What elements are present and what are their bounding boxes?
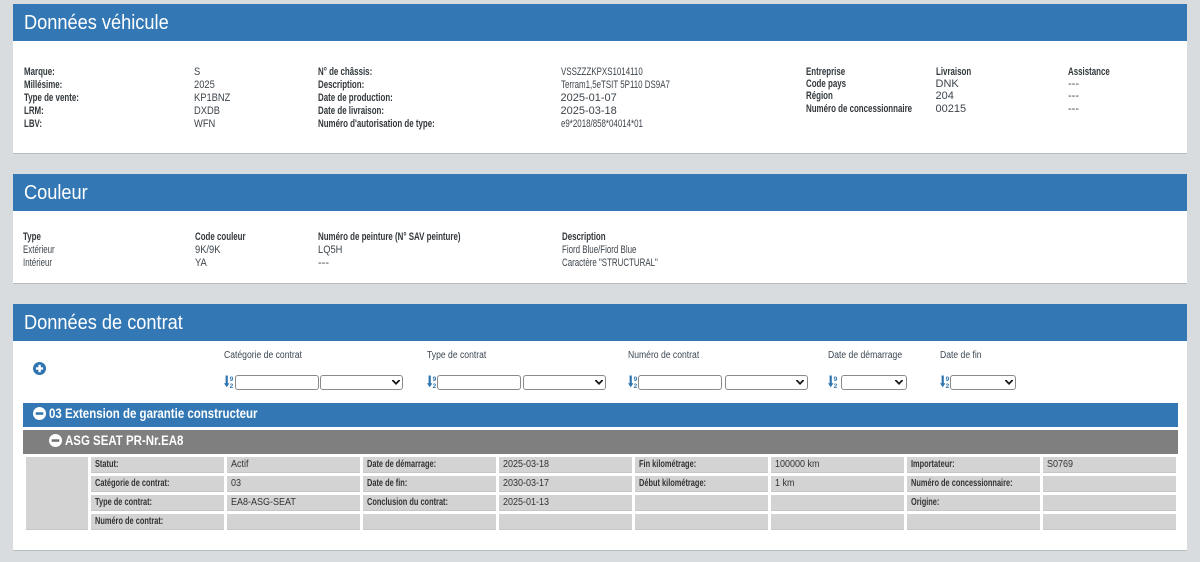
svg-text:2: 2 bbox=[230, 383, 234, 388]
svg-text:2: 2 bbox=[834, 383, 838, 388]
svg-text:2: 2 bbox=[433, 383, 437, 388]
svg-text:9: 9 bbox=[433, 376, 437, 383]
svg-text:2: 2 bbox=[634, 383, 638, 388]
svg-text:9: 9 bbox=[945, 376, 949, 383]
svg-text:2: 2 bbox=[945, 383, 949, 388]
svg-text:9: 9 bbox=[634, 376, 638, 383]
svg-text:9: 9 bbox=[230, 376, 234, 383]
svg-text:9: 9 bbox=[834, 376, 838, 383]
